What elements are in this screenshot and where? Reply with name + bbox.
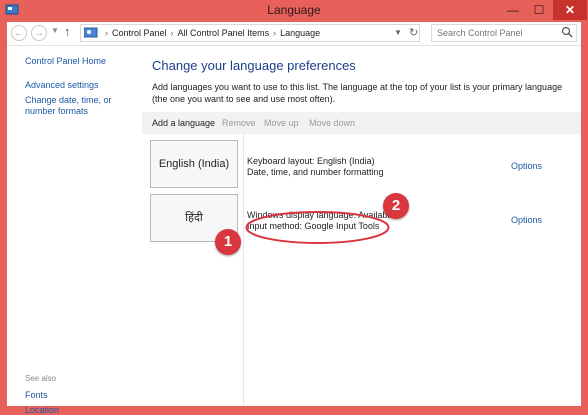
forward-button[interactable]: → (31, 25, 47, 41)
options-link-english[interactable]: Options (511, 161, 542, 171)
see-also-label: See also (25, 374, 57, 383)
minimize-button[interactable]: — (500, 0, 526, 20)
sidebar-link-advanced[interactable]: Advanced settings (25, 80, 99, 91)
chevron-down-icon[interactable]: ▼ (394, 25, 402, 41)
address-bar: ← → ▼ ↑ › Control Panel › All Control Panel… (7, 22, 581, 46)
sidebar: Control Panel Home Advanced settings Cha… (7, 46, 142, 415)
window-client: ← → ▼ ↑ › Control Panel › All Control Panel… (7, 22, 581, 415)
move-up-button[interactable]: Move up (264, 118, 299, 128)
search-input[interactable]: Search Control Panel (431, 24, 577, 42)
options-link-hindi[interactable]: Options (511, 215, 542, 225)
page-description: Add languages you want to use to this li… (152, 82, 563, 104)
add-language-button[interactable]: Add a language (152, 118, 215, 128)
crumb-all-items[interactable]: All Control Panel Items (178, 28, 270, 38)
annotation-marker-2: 2 (383, 193, 409, 219)
recent-pages-dropdown[interactable]: ▼ (51, 26, 59, 35)
close-button[interactable]: ✕ (553, 0, 587, 20)
sidebar-link-change-date[interactable]: Change date, time, or number formats (25, 95, 140, 117)
language-info-line: Date, time, and number formatting (247, 167, 384, 177)
sidebar-link-location[interactable]: Location (25, 405, 59, 416)
sidebar-link-home[interactable]: Control Panel Home (25, 56, 106, 67)
language-info-line: Keyboard layout: English (India) (247, 156, 375, 166)
title-bar: Language — ☐ ✕ (0, 0, 588, 22)
remove-button[interactable]: Remove (222, 118, 256, 128)
path-box[interactable]: › Control Panel › All Control Panel Items › L… (80, 24, 420, 42)
language-toolbar: Add a language Remove Move up Move down (142, 112, 581, 134)
back-button[interactable]: ← (11, 25, 27, 41)
control-panel-icon (84, 27, 98, 38)
window-frame: Language — ☐ ✕ ← → ▼ ↑ › Control Panel › Al… (0, 0, 588, 415)
maximize-button[interactable]: ☐ (526, 0, 552, 20)
move-down-button[interactable]: Move down (309, 118, 355, 128)
language-tile-english-india[interactable]: English (India) (150, 140, 238, 188)
annotation-marker-1: 1 (215, 229, 241, 255)
page-title: Change your language preferences (152, 58, 356, 73)
annotation-ellipse (245, 211, 390, 244)
search-placeholder: Search Control Panel (437, 28, 523, 38)
search-icon[interactable] (561, 26, 573, 38)
breadcrumb: › Control Panel › All Control Panel Items › L… (105, 28, 321, 38)
refresh-icon[interactable]: ↻ (409, 25, 418, 41)
crumb-language[interactable]: Language (280, 28, 320, 38)
crumb-control-panel[interactable]: Control Panel (112, 28, 167, 38)
sidebar-link-fonts[interactable]: Fonts (25, 390, 48, 401)
up-button[interactable]: ↑ (64, 24, 71, 39)
